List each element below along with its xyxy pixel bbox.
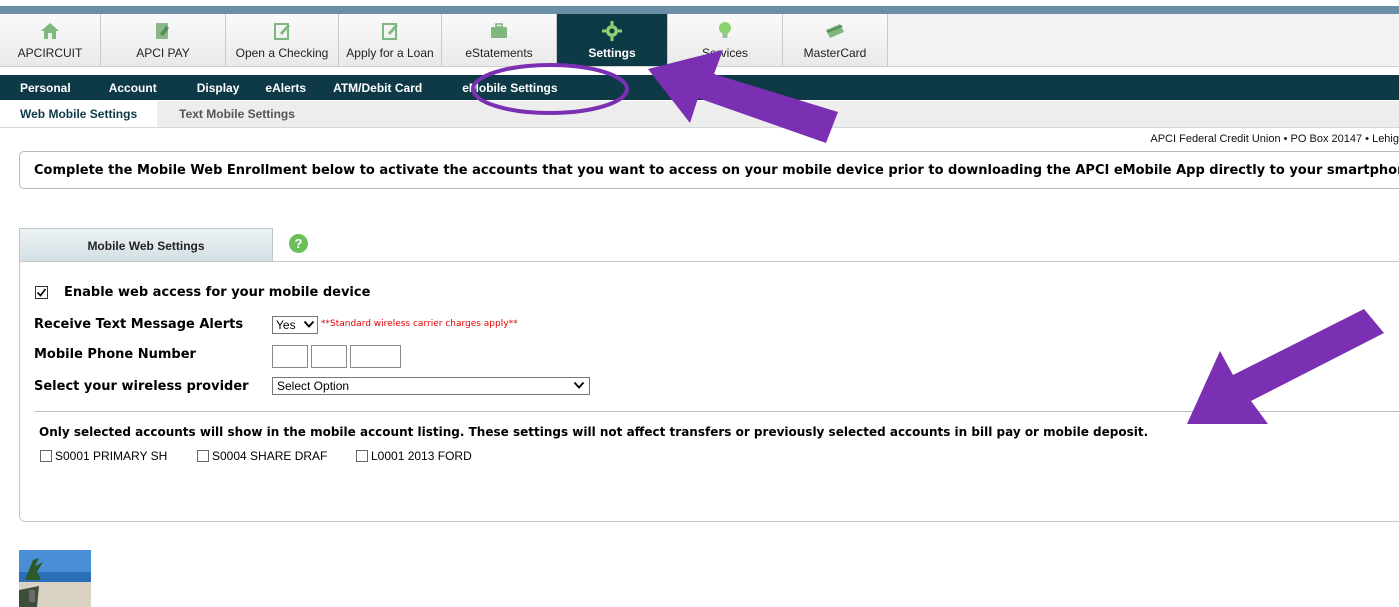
- beach-thumbnail-image: [19, 550, 91, 607]
- tab-label: eStatements: [465, 46, 533, 60]
- phone-line-number-input[interactable]: [350, 345, 401, 368]
- account-option[interactable]: S0004 SHARE DRAF: [197, 449, 327, 463]
- wireless-provider-label: Select your wireless provider: [34, 379, 249, 394]
- tab-label: Apply for a Loan: [346, 46, 434, 60]
- main-nav: APCIRCUIT APCI PAY Open a Checking Apply…: [0, 14, 1399, 67]
- account-label: S0004 SHARE DRAF: [212, 449, 328, 463]
- tab-settings[interactable]: Settings: [557, 14, 668, 66]
- account-label: S0001 PRIMARY SH: [55, 449, 168, 463]
- phone-prefix-input[interactable]: [311, 345, 347, 368]
- chevron-down-icon: [303, 318, 315, 333]
- card-icon: [824, 20, 846, 42]
- wireless-provider-select[interactable]: Select Option: [272, 377, 590, 395]
- subnav-ealerts[interactable]: eAlerts: [265, 81, 333, 95]
- tab-mastercard[interactable]: MasterCard: [783, 14, 888, 66]
- text-alerts-label: Receive Text Message Alerts: [34, 317, 244, 332]
- tab-services[interactable]: Services: [668, 14, 783, 66]
- tab-label: APCIRCUIT: [17, 46, 83, 60]
- tab-estatements[interactable]: eStatements: [442, 14, 557, 66]
- tab-open-checking[interactable]: Open a Checking: [226, 14, 339, 66]
- subnav-personal[interactable]: Personal: [0, 81, 109, 95]
- mobile-web-settings-tab[interactable]: Mobile Web Settings: [19, 228, 273, 262]
- top-stripe-line: [0, 6, 1399, 14]
- carrier-charges-warning: **Standard wireless carrier charges appl…: [321, 319, 518, 329]
- section-divider: [34, 411, 1399, 412]
- tab-label: MasterCard: [803, 46, 867, 60]
- account-checkbox[interactable]: [197, 450, 209, 462]
- enable-web-access-label: Enable web access for your mobile device: [64, 285, 371, 300]
- text-alerts-select[interactable]: Yes: [272, 316, 318, 334]
- tab-apci-pay[interactable]: APCI PAY: [101, 14, 226, 66]
- mobile-phone-label: Mobile Phone Number: [34, 347, 196, 362]
- bill-pay-icon: [152, 20, 174, 42]
- tab-text-mobile-settings[interactable]: Text Mobile Settings: [157, 101, 315, 127]
- briefcase-icon: [488, 20, 510, 42]
- accounts-notice: Only selected accounts will show in the …: [39, 425, 1149, 439]
- account-option[interactable]: L0001 2013 FORD: [356, 449, 472, 463]
- enrollment-notice: Complete the Mobile Web Enrollment below…: [19, 151, 1399, 189]
- chevron-down-icon: [573, 379, 585, 394]
- subnav-display[interactable]: Display: [197, 81, 266, 95]
- phone-area-code-input[interactable]: [272, 345, 308, 368]
- credit-union-address: APCI Federal Credit Union • PO Box 20147…: [1150, 133, 1399, 145]
- tab-web-mobile-settings[interactable]: Web Mobile Settings: [0, 101, 158, 127]
- tab-label: Open a Checking: [235, 46, 329, 60]
- subnav-account[interactable]: Account: [109, 81, 197, 95]
- enable-web-access-row: Enable web access for your mobile device: [34, 285, 370, 300]
- tab-label: Services: [701, 46, 748, 60]
- emobile-subnav: Web Mobile Settings Text Mobile Settings: [0, 101, 1399, 128]
- wireless-provider-value: Select Option: [277, 379, 350, 393]
- subnav-emobile-settings[interactable]: eMobile Settings: [462, 81, 577, 95]
- account-checkbox[interactable]: [40, 450, 52, 462]
- edit-document-icon: [379, 20, 401, 42]
- gear-icon: [601, 20, 623, 42]
- account-label: L0001 2013 FORD: [371, 449, 472, 463]
- home-icon: [39, 20, 61, 42]
- account-checkbox[interactable]: [356, 450, 368, 462]
- text-alerts-value: Yes: [276, 318, 296, 332]
- tab-apply-loan[interactable]: Apply for a Loan: [339, 14, 442, 66]
- help-icon[interactable]: ?: [289, 234, 308, 253]
- account-option[interactable]: S0001 PRIMARY SH: [40, 449, 167, 463]
- subnav-atm-debit-card[interactable]: ATM/Debit Card: [333, 81, 462, 95]
- lightbulb-icon: [714, 20, 736, 42]
- top-stripe: [0, 0, 1399, 14]
- tab-label: APCI PAY: [136, 46, 190, 60]
- edit-document-icon: [271, 20, 293, 42]
- enable-web-access-checkbox[interactable]: [34, 286, 48, 300]
- tab-label: Settings: [588, 46, 636, 60]
- settings-subnav: Personal Account Display eAlerts ATM/Deb…: [0, 75, 1399, 100]
- tab-apcircuit[interactable]: APCIRCUIT: [0, 14, 101, 66]
